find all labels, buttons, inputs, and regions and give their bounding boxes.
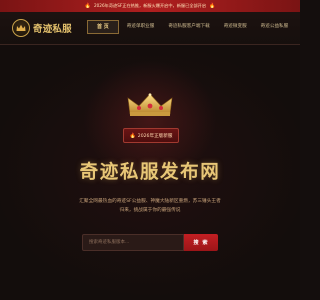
crown-icon	[127, 93, 173, 121]
nav-item-home[interactable]: 首 页	[87, 20, 119, 34]
page-title: 奇迹私服发布网	[79, 162, 221, 183]
fire-icon: 🔥	[129, 132, 136, 139]
nav-item-client-download[interactable]: 奇迹私服客户端下载	[162, 20, 215, 34]
main-nav: 首 页 奇迹单职业服 奇迹私服客户端下载 奇迹微变服 奇迹公益私服	[87, 20, 294, 34]
site-header: 奇迹私服 首 页 奇迹单职业服 奇迹私服客户端下载 奇迹微变服 奇迹公益私服	[0, 12, 300, 45]
nav-item-single-class[interactable]: 奇迹单职业服	[121, 20, 161, 34]
search-input[interactable]	[82, 234, 184, 251]
badge-text: 2026年正版新服	[137, 133, 173, 139]
announcement-bar: 🔥 2026年奇迹SF正在热推，新服火爆开启中，新服已全部开启 🔥	[0, 0, 300, 12]
site-logo[interactable]: 奇迹私服	[12, 19, 72, 37]
page-description: 汇聚全网最热血的奇迹SF公益服、神魔大陆新区重燃，苏三锤头王者归来，挑战属于你的…	[79, 199, 221, 213]
status-badge: 🔥 2026年正版新服	[123, 128, 179, 143]
page-background	[0, 0, 300, 300]
announcement-text: 2026年奇迹SF正在热推，新服火爆开启中，新服已全部开启	[93, 3, 207, 8]
logo-text: 奇迹私服	[33, 24, 72, 35]
search-button[interactable]: 搜 索	[184, 234, 218, 251]
fire-icon: 🔥	[209, 3, 216, 9]
fire-icon: 🔥	[84, 3, 91, 9]
nav-item-charity-server[interactable]: 奇迹公益私服	[255, 20, 295, 34]
crown-logo-icon	[12, 19, 30, 37]
nav-item-micro-change[interactable]: 奇迹微变服	[218, 20, 253, 34]
